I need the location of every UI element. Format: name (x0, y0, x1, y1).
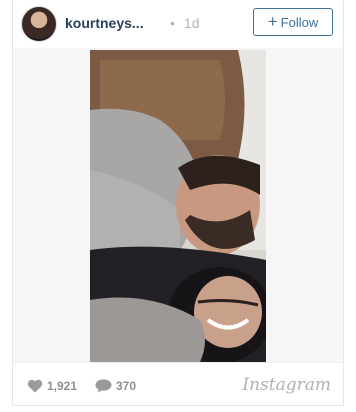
plus-icon: + (267, 12, 278, 31)
separator-dot: • (170, 15, 175, 31)
comment-bubble-icon (95, 379, 112, 393)
post-age: 1d (184, 15, 200, 31)
post-header: kourtneys... • 1d + Follow (13, 0, 343, 48)
instagram-logo[interactable]: Instagram (242, 375, 331, 395)
comment-count-value: 370 (116, 379, 137, 393)
follow-label: Follow (280, 14, 319, 30)
follow-button[interactable]: + Follow (253, 8, 333, 36)
video-frame (90, 50, 266, 362)
heart-icon (27, 379, 43, 393)
instagram-embed-card: kourtneys... • 1d + Follow 1,921 370 Ins… (12, 0, 344, 406)
username-link[interactable]: kourtneys... (65, 15, 144, 31)
like-count-value: 1,921 (47, 379, 78, 393)
post-footer: 1,921 370 Instagram (13, 362, 343, 406)
like-count[interactable]: 1,921 (27, 379, 77, 393)
comment-count[interactable]: 370 (95, 379, 136, 393)
avatar[interactable] (21, 6, 57, 42)
video-player[interactable] (90, 50, 266, 362)
